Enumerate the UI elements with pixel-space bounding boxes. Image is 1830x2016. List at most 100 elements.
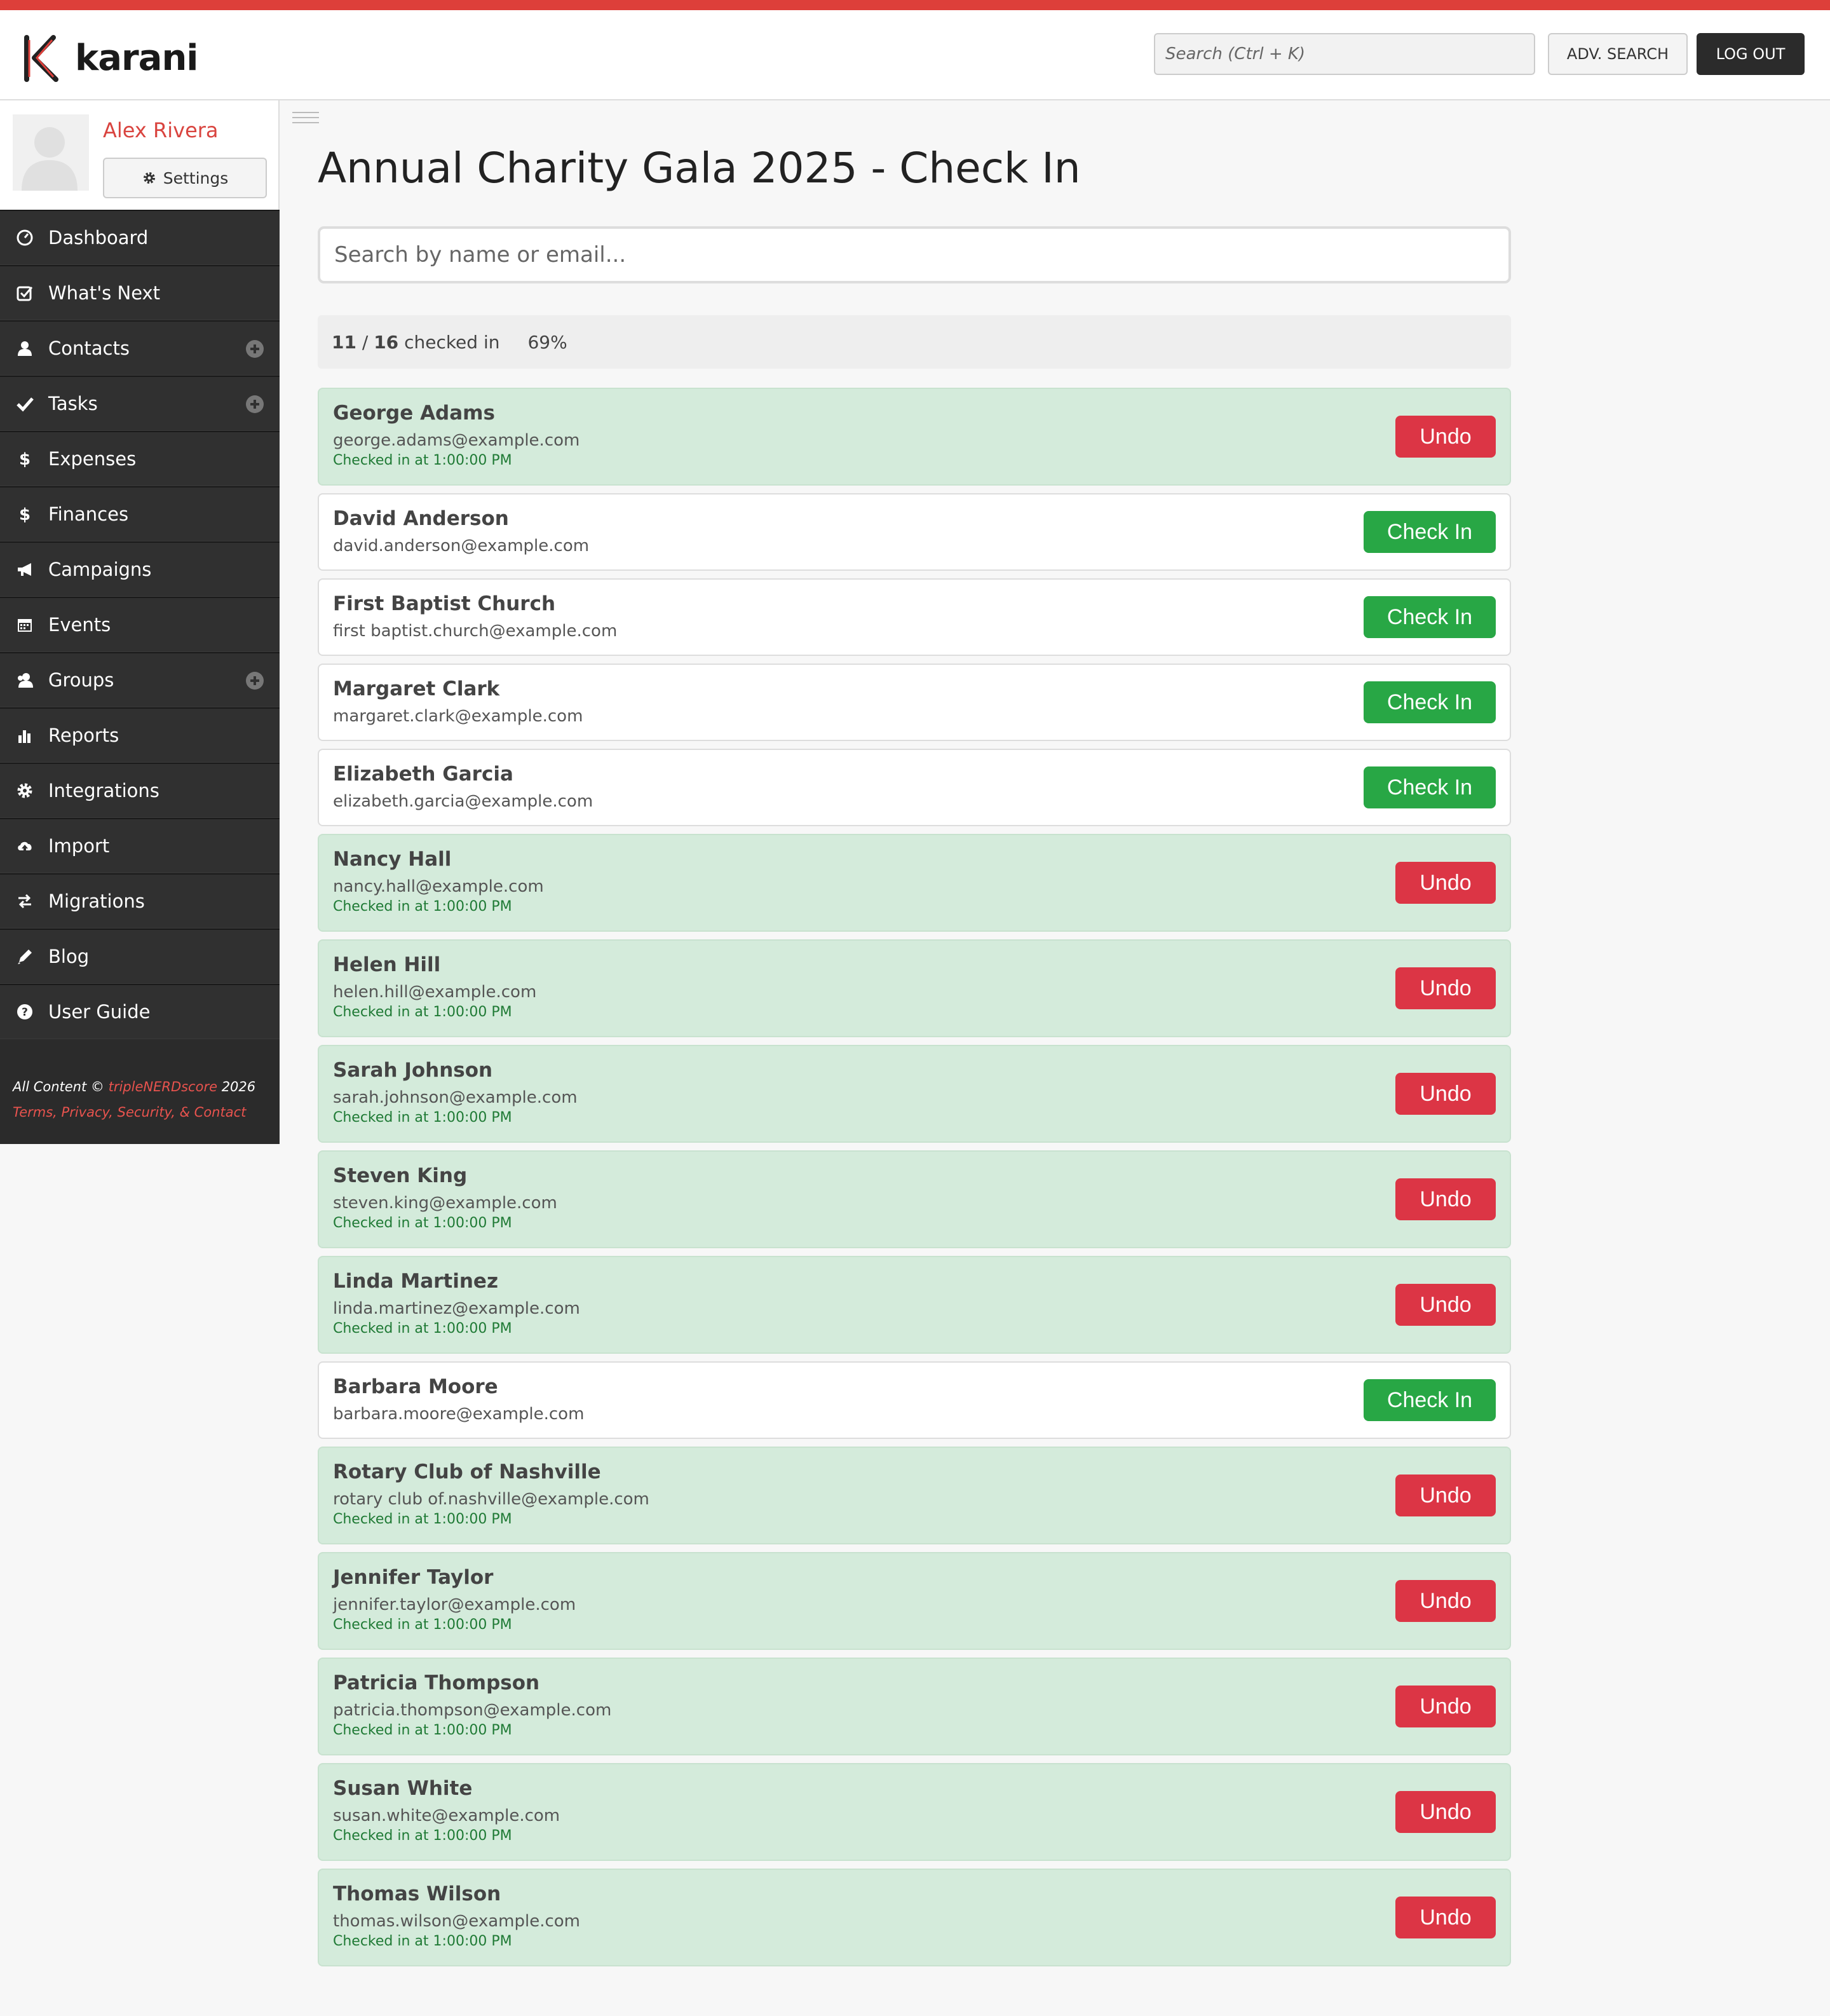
logo[interactable]: karani <box>20 29 198 86</box>
sidebar-item-integrations[interactable]: Integrations <box>0 763 280 818</box>
sidebar-item-blog[interactable]: Blog <box>0 929 280 984</box>
sidebar-item-events[interactable]: Events <box>0 597 280 652</box>
sidebar-item-groups[interactable]: Groups <box>0 652 280 707</box>
sidebar-item-label: Finances <box>48 503 129 525</box>
sidebar-item-label: Expenses <box>48 448 137 470</box>
undo-button[interactable]: Undo <box>1395 967 1496 1009</box>
checkmark-icon <box>14 393 36 414</box>
adv-search-button[interactable]: ADV. SEARCH <box>1548 33 1688 75</box>
guest-email: elizabeth.garcia@example.com <box>333 792 593 811</box>
checkin-time: Checked in at 1:00:00 PM <box>333 453 512 468</box>
checked-suffix: checked in <box>398 331 500 353</box>
guest-name: David Anderson <box>333 507 509 530</box>
add-circle-icon[interactable] <box>245 671 264 690</box>
checkin-percent: 69% <box>527 331 567 353</box>
karani-logo-icon <box>24 35 58 82</box>
svg-text:$: $ <box>19 505 30 523</box>
add-circle-icon[interactable] <box>245 395 264 414</box>
guest-name: Sarah Johnson <box>333 1059 493 1082</box>
guest-row: Thomas Wilson thomas.wilson@example.com Ch… <box>318 1869 1511 1966</box>
guest-row: Susan White susan.white@example.com Checke… <box>318 1763 1511 1861</box>
logout-button[interactable]: LOG OUT <box>1697 33 1805 75</box>
total-count: 16 <box>374 331 399 353</box>
undo-button[interactable]: Undo <box>1395 1580 1496 1622</box>
sidebar-item-import[interactable]: Import <box>0 818 280 873</box>
undo-button[interactable]: Undo <box>1395 1791 1496 1833</box>
sidebar-item-tasks[interactable]: Tasks <box>0 376 280 431</box>
sidebar-footer: All Content © tripleNERDscore 2026 Terms… <box>13 1074 255 1125</box>
sidebar-item-contacts[interactable]: Contacts <box>0 320 280 376</box>
page-title: Annual Charity Gala 2025 - Check In <box>318 144 1081 193</box>
svg-text:$: $ <box>19 450 30 468</box>
user-icon <box>14 337 36 359</box>
guest-name: Linda Martinez <box>333 1270 498 1293</box>
undo-button[interactable]: Undo <box>1395 1475 1496 1516</box>
top-accent-bar <box>0 0 1830 10</box>
user-silhouette-icon <box>22 127 78 191</box>
guest-row: George Adams george.adams@example.com Chec… <box>318 388 1511 486</box>
guest-row: Linda Martinez linda.martinez@example.com… <box>318 1256 1511 1354</box>
exchange-icon <box>14 890 36 912</box>
guest-name: First Baptist Church <box>333 592 556 615</box>
undo-button[interactable]: Undo <box>1395 1178 1496 1220</box>
undo-button[interactable]: Undo <box>1395 862 1496 904</box>
sidebar-item-user-guide[interactable]: ? User Guide <box>0 984 280 1039</box>
sidebar-item-label: Integrations <box>48 780 159 801</box>
guest-email: linda.martinez@example.com <box>333 1299 580 1318</box>
avatar[interactable] <box>13 114 89 191</box>
check-in-button[interactable]: Check In <box>1364 1379 1496 1421</box>
guest-name: Susan White <box>333 1777 473 1800</box>
guest-name: Steven King <box>333 1164 468 1187</box>
settings-button[interactable]: Settings <box>103 158 267 198</box>
sidebar-item-label: Migrations <box>48 890 145 912</box>
sidebar-item-migrations[interactable]: Migrations <box>0 873 280 929</box>
brand-link[interactable]: tripleNERDscore <box>109 1079 217 1094</box>
check-in-button[interactable]: Check In <box>1364 766 1496 808</box>
sidebar-item-expenses[interactable]: $ Expenses <box>0 431 280 486</box>
checkin-stats: 11 / 16 checked in 69% <box>318 315 1511 369</box>
sidebar-item-reports[interactable]: Reports <box>0 707 280 763</box>
undo-button[interactable]: Undo <box>1395 1073 1496 1115</box>
sidebar-item-dashboard[interactable]: Dashboard <box>0 210 280 265</box>
undo-button[interactable]: Undo <box>1395 416 1496 458</box>
check-in-button[interactable]: Check In <box>1364 596 1496 638</box>
guest-row: Barbara Moore barbara.moore@example.com Ch… <box>318 1361 1511 1439</box>
global-search-input[interactable] <box>1154 33 1535 75</box>
check-in-button[interactable]: Check In <box>1364 511 1496 553</box>
calendar-icon <box>14 614 36 636</box>
guest-name: Helen Hill <box>333 953 441 976</box>
checkin-time: Checked in at 1:00:00 PM <box>333 1828 512 1844</box>
guest-email: susan.white@example.com <box>333 1806 560 1825</box>
checkin-time: Checked in at 1:00:00 PM <box>333 1215 512 1231</box>
checkin-time: Checked in at 1:00:00 PM <box>333 899 512 915</box>
check-in-button[interactable]: Check In <box>1364 681 1496 723</box>
guest-name: George Adams <box>333 402 495 425</box>
guest-email: first baptist.church@example.com <box>333 622 618 641</box>
copyright: All Content © tripleNERDscore 2026 <box>13 1079 256 1094</box>
checkin-time: Checked in at 1:00:00 PM <box>333 1004 512 1020</box>
undo-button[interactable]: Undo <box>1395 1897 1496 1938</box>
dollar-icon: $ <box>14 448 36 470</box>
guest-name: Thomas Wilson <box>333 1883 501 1905</box>
sidebar-nav: Dashboard What's Next Contacts Tasks $ Expens… <box>0 210 280 1039</box>
guest-email: steven.king@example.com <box>333 1194 557 1213</box>
guest-row: Jennifer Taylor jennifer.taylor@example.c… <box>318 1552 1511 1650</box>
guest-email: thomas.wilson@example.com <box>333 1912 580 1931</box>
guest-email: patricia.thompson@example.com <box>333 1701 612 1720</box>
question-icon: ? <box>14 1001 36 1023</box>
undo-button[interactable]: Undo <box>1395 1686 1496 1727</box>
guest-row: First Baptist Church first baptist.church… <box>318 578 1511 656</box>
guest-row: Helen Hill helen.hill@example.com Checked … <box>318 939 1511 1037</box>
menu-toggle-icon[interactable] <box>292 112 319 126</box>
undo-button[interactable]: Undo <box>1395 1284 1496 1326</box>
megaphone-icon <box>14 559 36 580</box>
guest-search-input[interactable] <box>318 226 1511 283</box>
guest-name: Jennifer Taylor <box>333 1566 494 1589</box>
guest-name: Elizabeth Garcia <box>333 763 513 786</box>
profile-name[interactable]: Alex Rivera <box>103 118 219 142</box>
add-circle-icon[interactable] <box>245 339 264 358</box>
sidebar-item-finances[interactable]: $ Finances <box>0 486 280 541</box>
sidebar-item-what-s-next[interactable]: What's Next <box>0 265 280 320</box>
sidebar-item-campaigns[interactable]: Campaigns <box>0 541 280 597</box>
footer-links[interactable]: Terms, Privacy, Security, & Contact <box>13 1100 255 1125</box>
